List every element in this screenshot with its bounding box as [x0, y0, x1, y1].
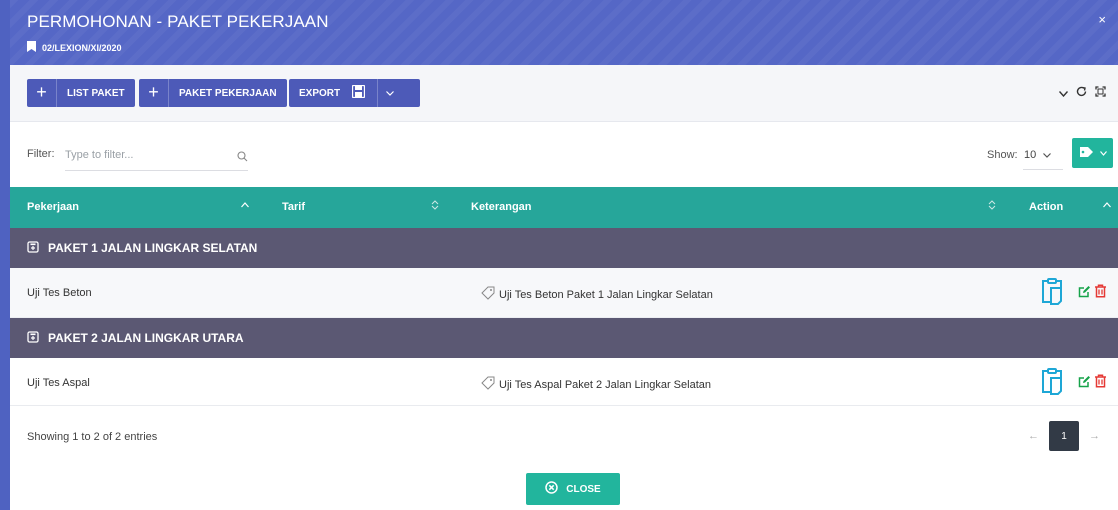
chevron-down-icon[interactable] — [1058, 86, 1069, 100]
tag-filter-button[interactable] — [1072, 138, 1113, 168]
trash-icon[interactable] — [1094, 374, 1107, 391]
toolbar-right-icons — [1058, 86, 1106, 100]
expand-icon[interactable] — [1095, 86, 1106, 100]
group-row[interactable]: PAKET 2 JALAN LINGKAR UTARA — [10, 318, 1118, 358]
keterangan-text: Uji Tes Aspal Paket 2 Jalan Lingkar Sela… — [499, 378, 711, 391]
cell-keterangan: Uji Tes Aspal Paket 2 Jalan Lingkar Sela… — [481, 376, 711, 393]
list-paket-label: LIST PAKET — [67, 87, 125, 99]
refresh-icon[interactable] — [1076, 86, 1087, 100]
close-circle-icon — [545, 481, 559, 497]
trash-icon[interactable] — [1094, 284, 1107, 301]
modal-subtitle: 02/LEXION/XI/2020 — [27, 41, 122, 54]
sort-up-icon[interactable] — [241, 200, 249, 210]
collapse-group-icon[interactable] — [27, 330, 39, 346]
sort-icon[interactable] — [431, 200, 439, 212]
column-header-action[interactable]: Action — [1029, 201, 1063, 213]
column-header-keterangan[interactable]: Keterangan — [471, 201, 532, 213]
group-title: PAKET 1 JALAN LINGKAR SELATAN — [48, 241, 258, 255]
document-number: 02/LEXION/XI/2020 — [42, 42, 122, 53]
plus-icon: + — [27, 79, 57, 107]
plus-icon: + — [139, 79, 169, 107]
close-button[interactable]: CLOSE — [526, 473, 620, 505]
sort-icon[interactable] — [988, 200, 996, 212]
export-button[interactable]: EXPORT — [289, 79, 420, 107]
cell-keterangan: Uji Tes Beton Paket 1 Jalan Lingkar Sela… — [481, 286, 713, 303]
tag-icon — [1079, 146, 1095, 160]
cell-pekerjaan: Uji Tes Beton — [27, 287, 92, 299]
collapse-group-icon[interactable] — [27, 240, 39, 256]
column-header-pekerjaan[interactable]: Pekerjaan — [27, 201, 79, 213]
table-row[interactable]: Uji Tes Beton Uji Tes Beton Paket 1 Jala… — [10, 268, 1118, 318]
row-actions — [1040, 277, 1107, 308]
table-row[interactable]: Uji Tes Aspal Uji Tes Aspal Paket 2 Jala… — [10, 358, 1118, 408]
search-icon — [237, 149, 248, 167]
toolbar: + LIST PAKET + PAKET PEKERJAAN EXPORT — [10, 65, 1118, 122]
sort-up-icon[interactable] — [1103, 200, 1111, 210]
close-icon[interactable]: × — [1098, 12, 1106, 27]
modal-window: PERMOHONAN - PAKET PEKERJAAN 02/LEXION/X… — [0, 0, 1118, 510]
export-label: EXPORT — [299, 87, 341, 99]
next-page-button[interactable]: → — [1089, 430, 1100, 442]
group-title: PAKET 2 JALAN LINGKAR UTARA — [48, 331, 244, 345]
row-actions — [1040, 367, 1107, 398]
list-paket-button[interactable]: + LIST PAKET — [27, 79, 135, 107]
close-label: CLOSE — [566, 483, 601, 495]
paket-pekerjaan-button[interactable]: + PAKET PEKERJAAN — [139, 79, 287, 107]
row-action-buttons — [1078, 374, 1107, 391]
chevron-down-icon — [1043, 149, 1052, 161]
search-placeholder: Type to filter... — [65, 149, 134, 161]
edit-icon[interactable] — [1078, 285, 1091, 301]
prev-page-button[interactable]: ← — [1028, 430, 1039, 442]
group-row[interactable]: PAKET 1 JALAN LINGKAR SELATAN — [10, 228, 1118, 268]
edit-icon[interactable] — [1078, 375, 1091, 391]
search-input[interactable]: Type to filter... — [65, 143, 248, 171]
page-size-value: 10 — [1024, 148, 1037, 161]
tag-outline-icon — [481, 286, 495, 303]
tag-outline-icon — [481, 376, 495, 393]
entries-info: Showing 1 to 2 of 2 entries — [27, 431, 158, 443]
table-footer: Showing 1 to 2 of 2 entries ← 1 → CLOSE — [10, 405, 1118, 510]
save-icon — [351, 84, 366, 101]
chevron-down-icon[interactable] — [377, 79, 395, 107]
pagination: ← 1 → — [1028, 421, 1100, 451]
cell-pekerjaan: Uji Tes Aspal — [27, 377, 90, 389]
modal-header: PERMOHONAN - PAKET PEKERJAAN 02/LEXION/X… — [10, 0, 1118, 65]
clipboard-icon[interactable] — [1040, 277, 1064, 308]
keterangan-text: Uji Tes Beton Paket 1 Jalan Lingkar Sela… — [499, 288, 713, 301]
page-size-select[interactable]: 10 — [1023, 140, 1063, 170]
filter-label: Filter: — [27, 148, 55, 160]
column-header-tarif[interactable]: Tarif — [282, 201, 305, 213]
show-label: Show: — [987, 149, 1018, 161]
clipboard-icon[interactable] — [1040, 367, 1064, 398]
modal-title: PERMOHONAN - PAKET PEKERJAAN — [27, 12, 329, 31]
paket-pekerjaan-label: PAKET PEKERJAAN — [179, 87, 277, 99]
filter-bar: Filter: Type to filter... Show: 10 — [10, 122, 1118, 186]
table-header: Pekerjaan Tarif Keterangan Action — [10, 187, 1118, 228]
chevron-down-icon — [1099, 148, 1107, 158]
page-1-button[interactable]: 1 — [1049, 421, 1079, 451]
bookmark-icon — [27, 41, 36, 54]
row-action-buttons — [1078, 284, 1107, 301]
